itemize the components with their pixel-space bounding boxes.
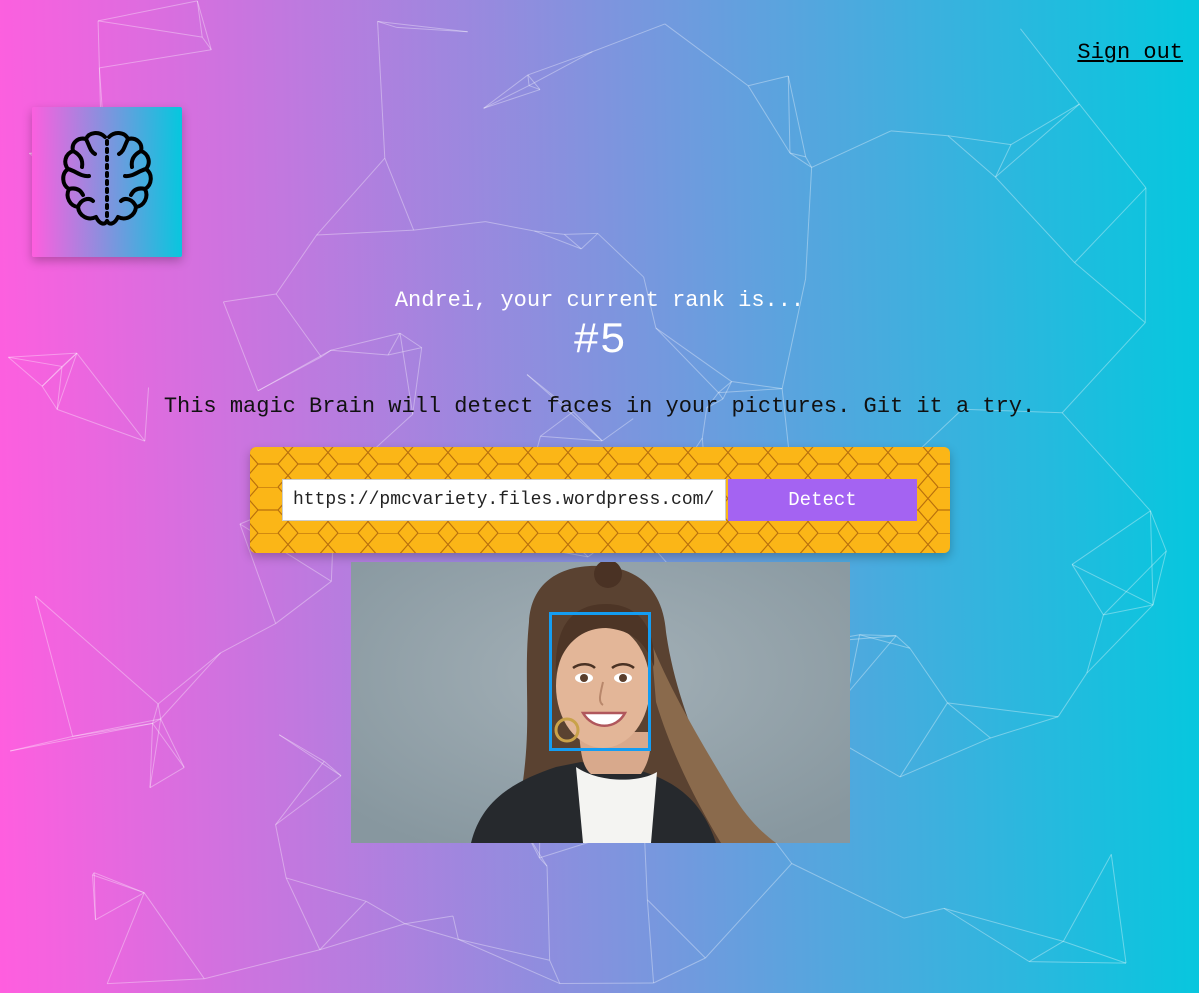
detect-button[interactable]: Detect bbox=[728, 479, 917, 521]
brain-icon bbox=[61, 131, 153, 226]
logo[interactable] bbox=[32, 107, 182, 257]
sign-out-link[interactable]: Sign out bbox=[1077, 40, 1183, 65]
rank-message: Andrei, your current rank is... bbox=[394, 288, 805, 313]
face-bounding-box bbox=[549, 612, 651, 751]
tagline: This magic Brain will detect faces in yo… bbox=[163, 394, 1036, 419]
image-url-input[interactable] bbox=[282, 479, 726, 521]
image-url-form: Detect bbox=[250, 447, 950, 553]
rank-value: #5 bbox=[573, 316, 626, 366]
